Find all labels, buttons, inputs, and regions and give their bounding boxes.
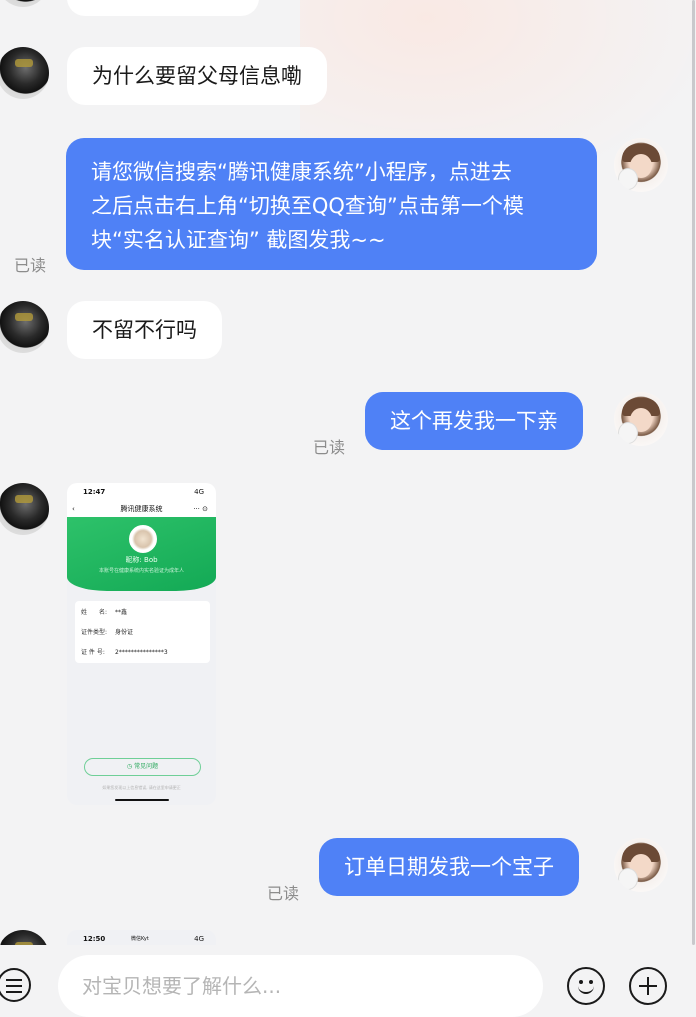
footer-note: 如果您发现以上信息错误, 请在这里申请更正 [102, 785, 181, 790]
profile-avatar [129, 525, 157, 553]
user-avatar[interactable] [0, 483, 49, 535]
read-status: 已读 [313, 438, 346, 457]
back-icon: ‹ [72, 505, 75, 513]
message-bubble-partial [67, 0, 259, 16]
scrollbar[interactable] [692, 0, 695, 945]
message-bubble-right[interactable]: 订单日期发我一个宝子 [319, 838, 579, 896]
message-bubble-right[interactable]: 这个再发我一下亲 [365, 392, 583, 450]
agent-avatar[interactable] [614, 392, 668, 446]
emoji-icon[interactable] [567, 967, 605, 1005]
profile-header: 昵称: Bob 本账号在健康系统内实名验证为成年人 [67, 517, 216, 591]
profile-nickname: 昵称: Bob [125, 556, 158, 564]
info-row: 证 件 号: 2***************3 [81, 649, 168, 656]
status-time: 12:50 [83, 935, 106, 943]
message-input[interactable] [58, 955, 543, 1017]
image-message-screenshot[interactable]: 12:50 微信Kyt 4G [67, 930, 216, 945]
miniapp-title: 腾讯健康系统 [120, 505, 163, 513]
plus-icon[interactable] [629, 967, 667, 1005]
message-bubble-left[interactable]: 为什么要留父母信息嘞 [67, 47, 327, 105]
miniapp-title-bar: ‹ 腾讯健康系统 ··· ⊙ [67, 501, 216, 517]
user-avatar[interactable] [0, 47, 49, 99]
read-status: 已读 [14, 256, 47, 275]
profile-subtitle: 本账号在健康系统内实名验证为成年人 [98, 568, 184, 574]
info-row: 证件类型: 身份证 [81, 629, 134, 636]
chat-message-list[interactable]: 为什么要留父母信息嘞 请您微信搜索“腾讯健康系统”小程序，点进去 之后点击右上角… [0, 0, 696, 945]
more-icon: ··· ⊙ [193, 505, 208, 513]
message-line: 块“实名认证查询” 截图发我~~ [91, 228, 386, 252]
info-row: 姓 名: **鑫 [81, 609, 128, 616]
message-line: 请您微信搜索“腾讯健康系统”小程序，点进去 [91, 160, 512, 184]
image-message-screenshot[interactable]: 12:47 4G ‹ 腾讯健康系统 ··· ⊙ 昵称: Bob 本账号在健康系统… [67, 483, 216, 805]
status-time: 12:47 [83, 488, 106, 496]
status-signal: 4G [194, 935, 204, 943]
faq-button: ◷ 常见问题 [84, 758, 201, 776]
message-bubble-right[interactable]: 请您微信搜索“腾讯健康系统”小程序，点进去 之后点击右上角“切换至QQ查询”点击… [66, 138, 597, 270]
user-avatar[interactable] [0, 930, 49, 945]
status-bar: 12:47 4G [67, 483, 216, 501]
id-info-card: 姓 名: **鑫 证件类型: 身份证 证 件 号: 2***************3 [75, 601, 210, 663]
user-avatar[interactable] [0, 301, 49, 353]
help-icon: ◷ [126, 763, 135, 770]
agent-avatar[interactable] [614, 138, 668, 192]
message-bubble-left[interactable]: 不留不行吗 [67, 301, 222, 359]
agent-avatar[interactable] [614, 838, 668, 892]
user-avatar[interactable] [0, 0, 49, 7]
status-signal: 4G [194, 488, 204, 496]
read-status: 已读 [267, 884, 300, 903]
status-app: 微信Kyt [131, 936, 149, 942]
home-indicator [115, 799, 169, 801]
message-line: 之后点击右上角“切换至QQ查询”点击第一个模 [91, 194, 524, 218]
